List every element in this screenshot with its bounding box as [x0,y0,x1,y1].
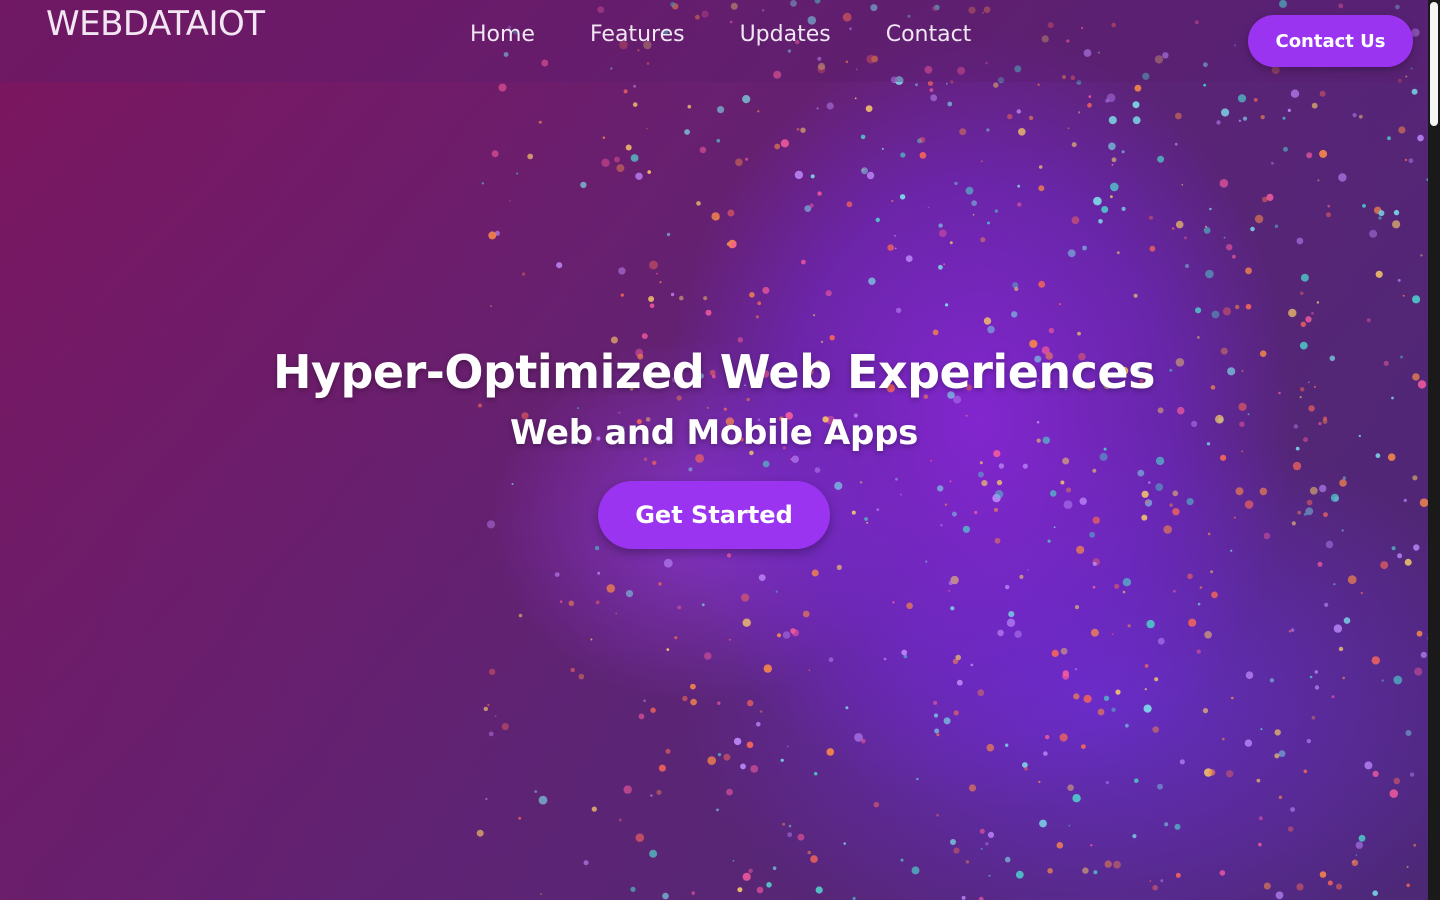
top-navbar: WEBDATAIOT Home Features Updates Contact… [0,0,1428,82]
nav-links: Home Features Updates Contact [470,22,1026,47]
site-logo[interactable]: WEBDATAIOT [46,4,265,44]
hero-section: Hyper-Optimized Web Experiences Web and … [0,345,1428,549]
scrollbar-track[interactable] [1428,0,1440,900]
nav-link-contact[interactable]: Contact [886,22,972,47]
contact-us-button[interactable]: Contact Us [1248,15,1413,67]
get-started-button[interactable]: Get Started [598,481,830,549]
nav-link-home[interactable]: Home [470,22,535,47]
scrollbar-thumb[interactable] [1430,2,1438,126]
hero-title: Hyper-Optimized Web Experiences [273,345,1156,399]
hero-subtitle: Web and Mobile Apps [509,413,919,453]
nav-link-features[interactable]: Features [590,22,685,47]
nav-link-updates[interactable]: Updates [740,22,831,47]
landing-page: WEBDATAIOT Home Features Updates Contact… [0,0,1440,900]
